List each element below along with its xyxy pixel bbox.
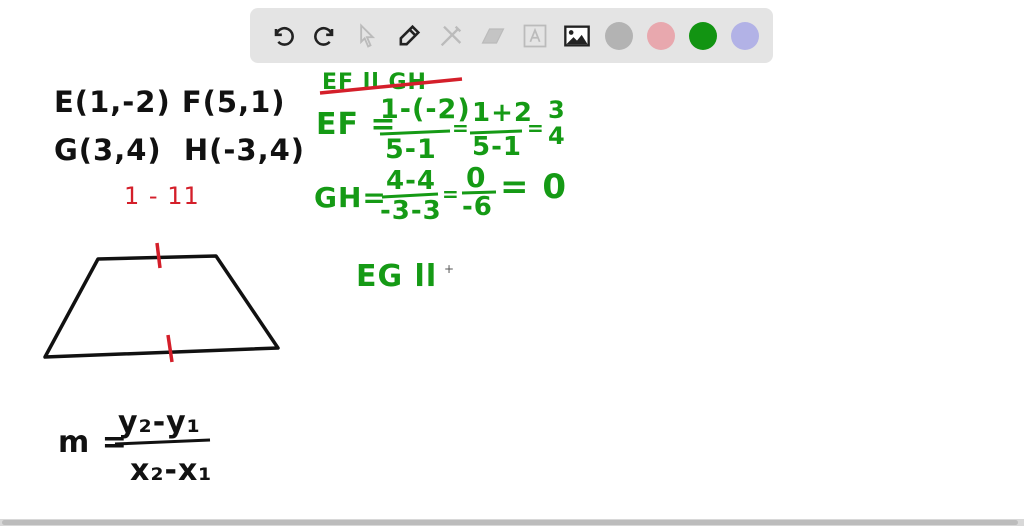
scrollbar-thumb[interactable]	[2, 520, 1018, 525]
formula-fraction-bar	[114, 438, 211, 446]
gh-fraction-bar-2	[461, 190, 497, 195]
trapezoid	[43, 254, 280, 359]
tick-mark-bottom	[166, 334, 174, 363]
tick-mark-top	[155, 242, 162, 269]
drawing-layer	[43, 77, 523, 446]
gh-fraction-bar	[381, 192, 439, 199]
ef-fraction-bar-2	[469, 129, 523, 135]
horizontal-scrollbar[interactable]	[0, 519, 1024, 526]
strikethrough-line	[319, 77, 463, 95]
ef-fraction-bar	[379, 129, 451, 136]
